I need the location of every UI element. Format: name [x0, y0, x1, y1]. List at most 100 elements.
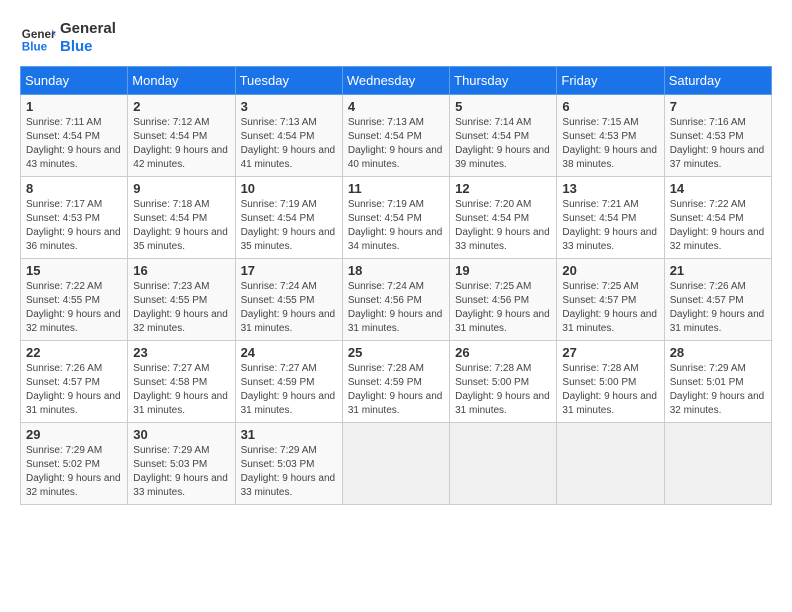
day-number: 10	[241, 181, 337, 196]
col-header-sunday: Sunday	[21, 67, 128, 95]
day-number: 24	[241, 345, 337, 360]
day-number: 22	[26, 345, 122, 360]
logo: General Blue General Blue	[20, 20, 116, 56]
calendar-cell: 17 Sunrise: 7:24 AMSunset: 4:55 PMDayligh…	[235, 259, 342, 341]
day-info: Sunrise: 7:19 AMSunset: 4:54 PMDaylight:…	[241, 198, 337, 254]
calendar-cell: 24 Sunrise: 7:27 AMSunset: 4:59 PMDayligh…	[235, 341, 342, 423]
calendar-cell: 13Sunrise: 7:21 AMSunset: 4:54 PMDayligh…	[557, 177, 664, 259]
col-header-thursday: Thursday	[450, 67, 557, 95]
day-number: 14	[670, 181, 766, 196]
calendar-cell: 3 Sunrise: 7:13 AMSunset: 4:54 PMDaylight…	[235, 95, 342, 177]
day-number: 19	[455, 263, 551, 278]
svg-text:Blue: Blue	[22, 41, 48, 54]
day-number: 2	[133, 99, 229, 114]
calendar-cell: 12 Sunrise: 7:20 AMSunset: 4:54 PMDayligh…	[450, 177, 557, 259]
day-number: 8	[26, 181, 122, 196]
day-number: 25	[348, 345, 444, 360]
day-info: Sunrise: 7:29 AMSunset: 5:02 PMDaylight:…	[26, 444, 122, 500]
day-number: 27	[562, 345, 658, 360]
day-info: Sunrise: 7:21 AMSunset: 4:54 PMDaylight:…	[562, 198, 658, 254]
calendar-cell: 22 Sunrise: 7:26 AMSunset: 4:57 PMDayligh…	[21, 341, 128, 423]
logo-text-blue: Blue	[60, 38, 116, 56]
day-info: Sunrise: 7:26 AMSunset: 4:57 PMDaylight:…	[670, 280, 766, 336]
day-number: 31	[241, 427, 337, 442]
day-info: Sunrise: 7:18 AMSunset: 4:54 PMDaylight:…	[133, 198, 229, 254]
calendar-cell: 20Sunrise: 7:25 AMSunset: 4:57 PMDayligh…	[557, 259, 664, 341]
week-row-1: 1 Sunrise: 7:11 AMSunset: 4:54 PMDaylight…	[21, 95, 772, 177]
calendar-cell: 8 Sunrise: 7:17 AMSunset: 4:53 PMDaylight…	[21, 177, 128, 259]
col-header-wednesday: Wednesday	[342, 67, 449, 95]
day-info: Sunrise: 7:11 AMSunset: 4:54 PMDaylight:…	[26, 116, 122, 172]
header: General Blue General Blue	[20, 20, 772, 56]
day-info: Sunrise: 7:25 AMSunset: 4:56 PMDaylight:…	[455, 280, 551, 336]
calendar-cell: 23 Sunrise: 7:27 AMSunset: 4:58 PMDayligh…	[128, 341, 235, 423]
day-info: Sunrise: 7:12 AMSunset: 4:54 PMDaylight:…	[133, 116, 229, 172]
day-info: Sunrise: 7:13 AMSunset: 4:54 PMDaylight:…	[348, 116, 444, 172]
calendar-cell: 28 Sunrise: 7:29 AMSunset: 5:01 PMDayligh…	[664, 341, 771, 423]
day-number: 20	[562, 263, 658, 278]
week-row-3: 15 Sunrise: 7:22 AMSunset: 4:55 PMDayligh…	[21, 259, 772, 341]
day-info: Sunrise: 7:27 AMSunset: 4:59 PMDaylight:…	[241, 362, 337, 418]
day-info: Sunrise: 7:17 AMSunset: 4:53 PMDaylight:…	[26, 198, 122, 254]
day-number: 28	[670, 345, 766, 360]
day-info: Sunrise: 7:24 AMSunset: 4:56 PMDaylight:…	[348, 280, 444, 336]
day-info: Sunrise: 7:26 AMSunset: 4:57 PMDaylight:…	[26, 362, 122, 418]
logo-icon: General Blue	[20, 20, 56, 56]
day-info: Sunrise: 7:15 AMSunset: 4:53 PMDaylight:…	[562, 116, 658, 172]
calendar-cell	[557, 423, 664, 505]
day-number: 17	[241, 263, 337, 278]
day-info: Sunrise: 7:28 AMSunset: 4:59 PMDaylight:…	[348, 362, 444, 418]
calendar-cell: 31 Sunrise: 7:29 AMSunset: 5:03 PMDayligh…	[235, 423, 342, 505]
day-info: Sunrise: 7:27 AMSunset: 4:58 PMDaylight:…	[133, 362, 229, 418]
calendar-cell: 5Sunrise: 7:14 AMSunset: 4:54 PMDaylight…	[450, 95, 557, 177]
calendar-cell: 11Sunrise: 7:19 AMSunset: 4:54 PMDayligh…	[342, 177, 449, 259]
day-info: Sunrise: 7:22 AMSunset: 4:55 PMDaylight:…	[26, 280, 122, 336]
calendar-cell: 10 Sunrise: 7:19 AMSunset: 4:54 PMDayligh…	[235, 177, 342, 259]
day-info: Sunrise: 7:29 AMSunset: 5:03 PMDaylight:…	[241, 444, 337, 500]
day-number: 15	[26, 263, 122, 278]
day-info: Sunrise: 7:23 AMSunset: 4:55 PMDaylight:…	[133, 280, 229, 336]
col-header-tuesday: Tuesday	[235, 67, 342, 95]
calendar-cell: 15 Sunrise: 7:22 AMSunset: 4:55 PMDayligh…	[21, 259, 128, 341]
calendar-cell	[450, 423, 557, 505]
calendar-cell: 7 Sunrise: 7:16 AMSunset: 4:53 PMDaylight…	[664, 95, 771, 177]
calendar-cell: 2 Sunrise: 7:12 AMSunset: 4:54 PMDaylight…	[128, 95, 235, 177]
day-info: Sunrise: 7:28 AMSunset: 5:00 PMDaylight:…	[562, 362, 658, 418]
day-info: Sunrise: 7:16 AMSunset: 4:53 PMDaylight:…	[670, 116, 766, 172]
calendar-cell	[664, 423, 771, 505]
calendar-cell	[342, 423, 449, 505]
calendar-cell: 14Sunrise: 7:22 AMSunset: 4:54 PMDayligh…	[664, 177, 771, 259]
day-number: 9	[133, 181, 229, 196]
svg-text:General: General	[22, 28, 56, 41]
calendar-cell: 16 Sunrise: 7:23 AMSunset: 4:55 PMDayligh…	[128, 259, 235, 341]
day-info: Sunrise: 7:13 AMSunset: 4:54 PMDaylight:…	[241, 116, 337, 172]
week-row-2: 8 Sunrise: 7:17 AMSunset: 4:53 PMDaylight…	[21, 177, 772, 259]
week-row-4: 22 Sunrise: 7:26 AMSunset: 4:57 PMDayligh…	[21, 341, 772, 423]
day-number: 18	[348, 263, 444, 278]
day-number: 16	[133, 263, 229, 278]
day-info: Sunrise: 7:24 AMSunset: 4:55 PMDaylight:…	[241, 280, 337, 336]
day-number: 23	[133, 345, 229, 360]
logo-text-general: General	[60, 20, 116, 38]
day-number: 21	[670, 263, 766, 278]
day-info: Sunrise: 7:20 AMSunset: 4:54 PMDaylight:…	[455, 198, 551, 254]
calendar-cell: 30Sunrise: 7:29 AMSunset: 5:03 PMDayligh…	[128, 423, 235, 505]
calendar-cell: 25 Sunrise: 7:28 AMSunset: 4:59 PMDayligh…	[342, 341, 449, 423]
day-info: Sunrise: 7:28 AMSunset: 5:00 PMDaylight:…	[455, 362, 551, 418]
day-info: Sunrise: 7:29 AMSunset: 5:01 PMDaylight:…	[670, 362, 766, 418]
day-number: 3	[241, 99, 337, 114]
calendar-cell: 1 Sunrise: 7:11 AMSunset: 4:54 PMDaylight…	[21, 95, 128, 177]
day-number: 12	[455, 181, 551, 196]
day-number: 7	[670, 99, 766, 114]
day-number: 1	[26, 99, 122, 114]
calendar-cell: 21 Sunrise: 7:26 AMSunset: 4:57 PMDayligh…	[664, 259, 771, 341]
calendar-cell: 26Sunrise: 7:28 AMSunset: 5:00 PMDayligh…	[450, 341, 557, 423]
calendar-cell: 27 Sunrise: 7:28 AMSunset: 5:00 PMDayligh…	[557, 341, 664, 423]
calendar-cell: 18 Sunrise: 7:24 AMSunset: 4:56 PMDayligh…	[342, 259, 449, 341]
col-header-saturday: Saturday	[664, 67, 771, 95]
day-number: 5	[455, 99, 551, 114]
day-number: 4	[348, 99, 444, 114]
calendar-table: SundayMondayTuesdayWednesdayThursdayFrid…	[20, 66, 772, 505]
calendar-cell: 9 Sunrise: 7:18 AMSunset: 4:54 PMDaylight…	[128, 177, 235, 259]
day-number: 6	[562, 99, 658, 114]
